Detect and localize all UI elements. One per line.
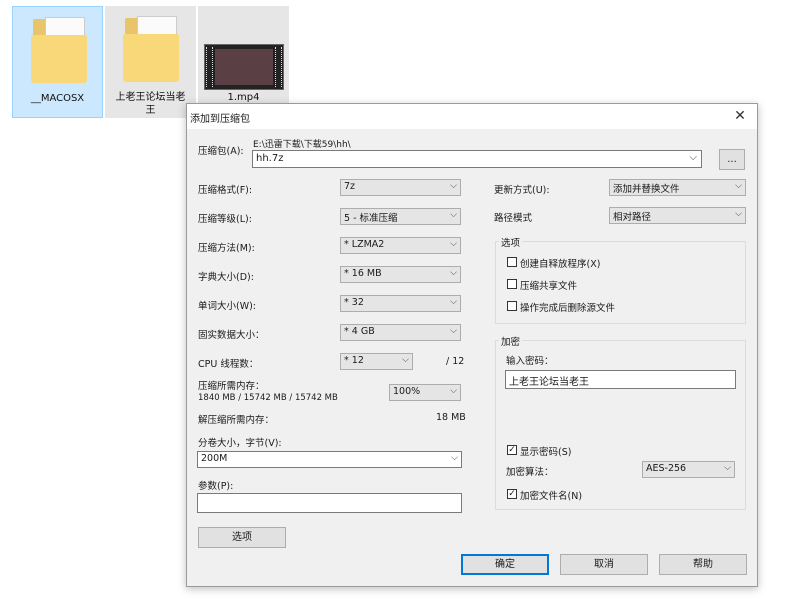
chevron-down-icon: ⌵: [402, 355, 409, 365]
solid-label: 固实数据大小：: [198, 330, 265, 341]
sfx-checkbox[interactable]: [507, 257, 517, 267]
folder-front: [123, 34, 179, 82]
level-value: 5 - 标准压缩: [344, 213, 398, 224]
archive-name-value: hh.7z: [256, 153, 284, 164]
cancel-button[interactable]: 取消: [560, 554, 648, 575]
update-label: 更新方式(U):: [494, 185, 550, 196]
word-select[interactable]: * 32 ⌵: [340, 295, 461, 312]
title-bar: 添加到压缩包 ✕: [187, 104, 757, 129]
chevron-down-icon: ⌵: [450, 210, 457, 220]
enc-method-label: 加密算法：: [506, 467, 554, 478]
film-holes-left: [206, 47, 213, 87]
archive-label: 压缩包(A):: [198, 146, 244, 157]
cpu-total: / 12: [446, 356, 465, 367]
split-select[interactable]: 200M ⌵: [197, 451, 462, 468]
mem-label: 压缩所需内存：: [198, 381, 265, 392]
delete-source-label: 操作完成后删除源文件: [520, 303, 616, 314]
path-value: 相对路径: [613, 212, 652, 223]
update-value: 添加并替换文件: [613, 184, 680, 195]
show-password-checkbox[interactable]: ✓: [507, 445, 517, 455]
level-select[interactable]: 5 - 标准压缩 ⌵: [340, 208, 461, 225]
file-name: 上老王论坛当老 王: [115, 92, 186, 116]
archive-path: E:\迅雷下载\下载59\hh\: [253, 140, 351, 150]
enc-method-value: AES-256: [646, 463, 687, 474]
cpu-value: * 12: [344, 355, 364, 366]
add-to-archive-dialog: 添加到压缩包 ✕ 压缩包(A): E:\迅雷下载\下载59\hh\ hh.7z …: [186, 103, 758, 587]
level-label: 压缩等级(L):: [198, 214, 252, 225]
chevron-down-icon: ⌵: [450, 386, 457, 396]
chevron-down-icon: ⌵: [450, 297, 457, 307]
chevron-down-icon: ⌵: [450, 326, 457, 336]
folder-front: [31, 35, 87, 83]
options-button[interactable]: 选项: [198, 527, 286, 548]
format-label: 压缩格式(F):: [198, 185, 253, 196]
chevron-down-icon: ⌵: [735, 181, 742, 191]
dict-label: 字典大小(D):: [198, 272, 254, 283]
chevron-down-icon: ⌵: [451, 453, 458, 463]
dict-select[interactable]: * 16 MB ⌵: [340, 266, 461, 283]
help-button[interactable]: 帮助: [659, 554, 747, 575]
ok-button[interactable]: 确定: [461, 554, 549, 575]
encrypt-names-label: 加密文件名(N): [520, 491, 583, 502]
decomp-value: 18 MB: [436, 412, 466, 423]
file-mp4[interactable]: 1.mp4: [198, 6, 289, 118]
chevron-down-icon: ⌵: [724, 463, 731, 473]
encrypt-names-checkbox[interactable]: ✓: [507, 489, 517, 499]
cpu-label: CPU 线程数：: [198, 359, 259, 370]
chevron-down-icon: ⌵: [450, 239, 457, 249]
close-icon[interactable]: ✕: [729, 106, 751, 126]
method-select[interactable]: * LZMA2 ⌵: [340, 237, 461, 254]
update-select[interactable]: 添加并替换文件 ⌵: [609, 179, 746, 196]
mem-percent-value: 100%: [393, 386, 421, 397]
params-input[interactable]: [197, 493, 462, 513]
show-password-label: 显示密码(S): [520, 447, 572, 458]
dict-value: * 16 MB: [344, 268, 382, 279]
format-select[interactable]: 7z ⌵: [340, 179, 461, 196]
split-label: 分卷大小，字节(V):: [198, 438, 282, 449]
file-macosx[interactable]: __MACOSX: [12, 6, 103, 118]
password-value: 上老王论坛当老王: [509, 377, 589, 388]
solid-select[interactable]: * 4 GB ⌵: [340, 324, 461, 341]
path-label: 路径模式: [494, 213, 533, 224]
chevron-down-icon: ⌵: [450, 181, 457, 191]
chevron-down-icon: ⌵: [450, 268, 457, 278]
format-value: 7z: [344, 181, 356, 192]
shared-checkbox[interactable]: [507, 279, 517, 289]
cpu-select[interactable]: * 12 ⌵: [340, 353, 413, 370]
word-value: * 32: [344, 297, 364, 308]
split-value: 200M: [201, 453, 228, 464]
method-label: 压缩方法(M):: [198, 243, 255, 254]
archive-name-input[interactable]: hh.7z ⌵: [252, 150, 702, 168]
file-folder-laowang[interactable]: 上老王论坛当老 王: [105, 6, 196, 118]
dialog-title: 添加到压缩包: [190, 114, 250, 125]
sfx-label: 创建自释放程序(X): [520, 259, 601, 270]
password-input[interactable]: 上老王论坛当老王: [505, 370, 736, 389]
decomp-label: 解压缩所需内存：: [198, 415, 275, 426]
video-file-icon: [204, 44, 284, 90]
chevron-down-icon[interactable]: ⌵: [689, 152, 697, 163]
params-label: 参数(P):: [198, 481, 234, 492]
browse-button[interactable]: ...: [719, 149, 745, 170]
encryption-group-title: 加密: [499, 334, 523, 348]
method-value: * LZMA2: [344, 239, 385, 250]
chevron-down-icon: ⌵: [735, 209, 742, 219]
delete-source-checkbox[interactable]: [507, 301, 517, 311]
mem-percent-select[interactable]: 100% ⌵: [389, 384, 461, 401]
film-holes-right: [275, 47, 282, 87]
enc-method-select[interactable]: AES-256 ⌵: [642, 461, 735, 478]
path-select[interactable]: 相对路径 ⌵: [609, 207, 746, 224]
mem-detail: 1840 MB / 15742 MB / 15742 MB: [198, 393, 338, 403]
word-label: 单词大小(W):: [198, 301, 257, 312]
options-group-title: 选项: [499, 235, 523, 249]
video-frame: [215, 49, 273, 85]
file-name: __MACOSX: [30, 93, 85, 104]
shared-label: 压缩共享文件: [520, 281, 578, 292]
solid-value: * 4 GB: [344, 326, 375, 337]
password-label: 输入密码：: [506, 356, 554, 367]
